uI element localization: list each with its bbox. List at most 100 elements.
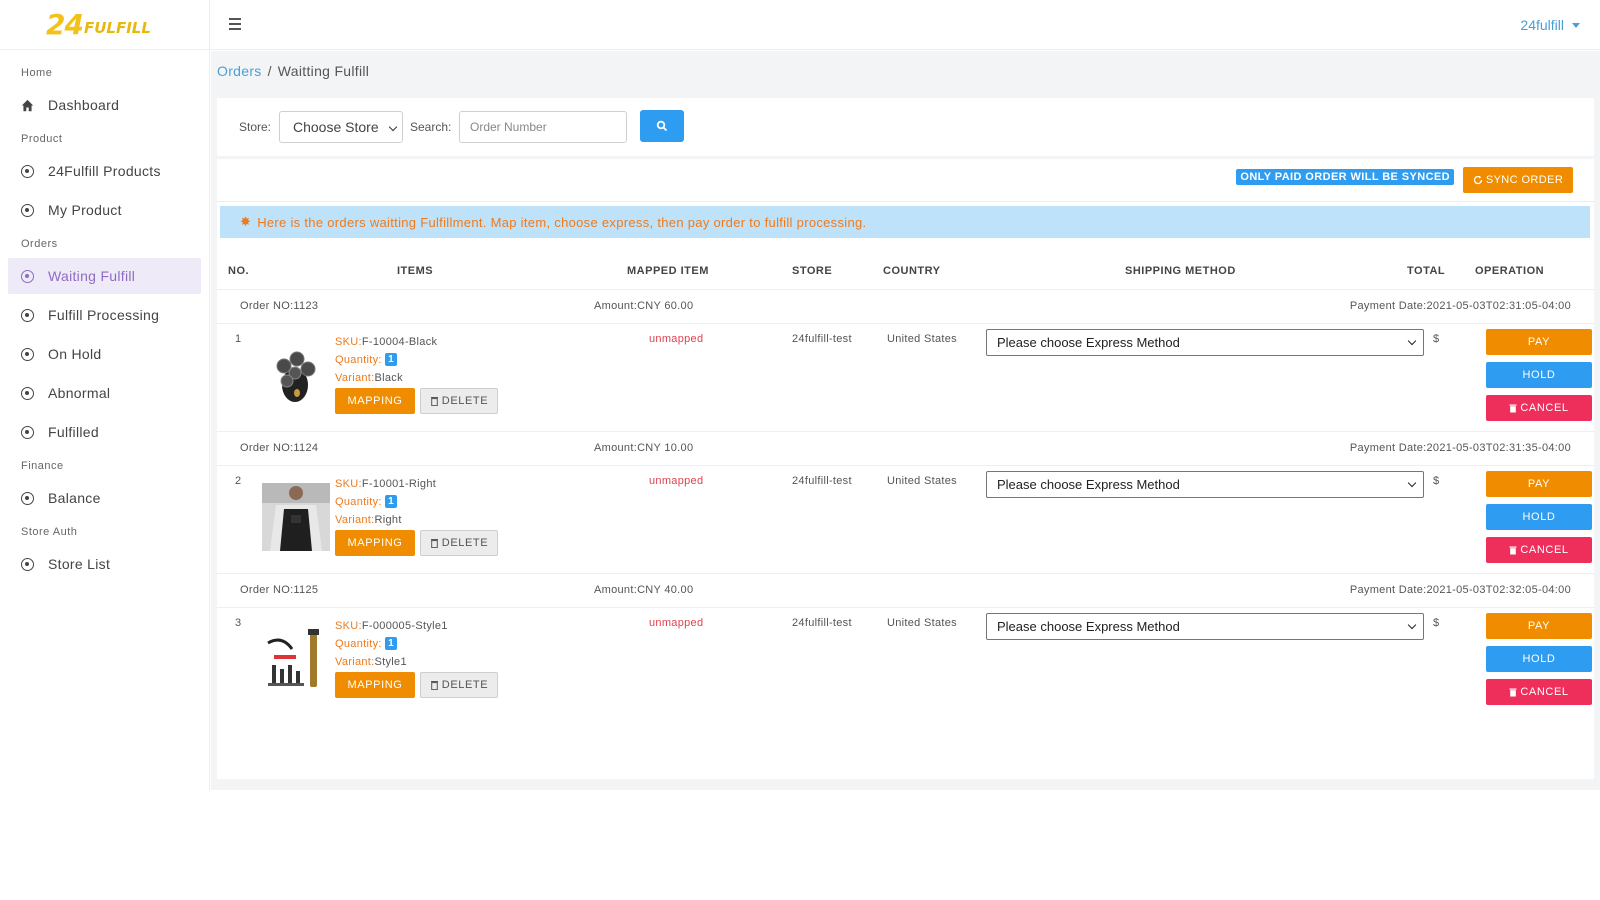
logo[interactable]: 24 FULFILL <box>0 0 209 50</box>
nav-section-store-auth: Store Auth <box>21 526 78 538</box>
sidebar-item-label: Balance <box>48 490 101 506</box>
circle-dot-icon <box>21 269 34 283</box>
sidebar-item-on-hold[interactable]: On Hold <box>8 336 201 372</box>
hold-button[interactable]: HOLD <box>1486 362 1592 388</box>
main-content: Orders / Waitting Fulfill Store: Choose St… <box>211 51 1600 790</box>
store-label: Store: <box>239 120 272 134</box>
delete-button[interactable]: DELETE <box>420 388 498 414</box>
col-operation: OPERATION <box>1475 265 1545 277</box>
circle-dot-icon <box>21 425 34 439</box>
circle-dot-icon <box>21 203 34 217</box>
delete-label: DELETE <box>441 395 489 407</box>
nav-section-product: Product <box>21 133 63 145</box>
sync-order-button[interactable]: SYNC ORDER <box>1463 167 1573 193</box>
filter-bar: Store: Choose Store Search: <box>217 98 1594 156</box>
table-row: 1 SKU:F-10004-Black Quantity: 1 Variant:… <box>217 323 1594 431</box>
quantity-label: Quantity: <box>335 354 382 366</box>
delete-button[interactable]: DELETE <box>420 530 498 556</box>
sidebar-item-label: Fulfill Processing <box>48 307 160 323</box>
sidebar-item-dashboard[interactable]: Dashboard <box>8 87 201 123</box>
hold-button[interactable]: HOLD <box>1486 646 1592 672</box>
order-amount: Amount:CNY 60.00 <box>594 300 694 312</box>
asterisk-icon: ✸ <box>240 214 252 229</box>
cancel-button[interactable]: CANCEL <box>1486 537 1592 563</box>
nav-section-home: Home <box>21 67 53 79</box>
trash-icon <box>430 681 438 690</box>
total-cell: $ <box>1433 475 1440 487</box>
breadcrumb-orders[interactable]: Orders <box>217 63 262 79</box>
variant-value: Right <box>374 514 402 526</box>
trash-icon <box>1509 404 1517 412</box>
cancel-label: CANCEL <box>1520 544 1569 556</box>
user-name: 24fulfill <box>1520 17 1564 33</box>
store-select[interactable]: Choose Store <box>279 111 403 143</box>
shipping-method-select[interactable]: Please choose Express Method <box>986 613 1424 640</box>
item-details: SKU:F-10001-Right Quantity: 1 Variant:Ri… <box>335 475 436 529</box>
mapping-button[interactable]: MAPPING <box>335 388 415 414</box>
shipping-method-select[interactable]: Please choose Express Method <box>986 329 1424 356</box>
sidebar-item-24fulfill-products[interactable]: 24Fulfill Products <box>8 153 201 189</box>
mapped-status: unmapped <box>649 475 704 487</box>
sidebar-item-fulfilled[interactable]: Fulfilled <box>8 414 201 450</box>
sidebar-item-waiting-fulfill[interactable]: Waiting Fulfill <box>8 258 201 294</box>
info-alert: ✸ Here is the orders waitting Fulfillmen… <box>220 206 1590 238</box>
shipping-method-value: Please choose Express Method <box>997 477 1180 492</box>
logo-number: 24 <box>46 8 84 41</box>
user-menu[interactable]: 24fulfill <box>1520 17 1580 33</box>
product-thumbnail-trimmer <box>267 629 319 687</box>
cancel-button[interactable]: CANCEL <box>1486 679 1592 705</box>
country-cell: United States <box>887 617 957 629</box>
sidebar-item-balance[interactable]: Balance <box>8 480 201 516</box>
hamburger-icon[interactable] <box>229 18 241 30</box>
divider <box>217 201 1594 202</box>
trash-icon <box>1509 546 1517 554</box>
variant-label: Variant: <box>335 372 375 384</box>
circle-dot-icon <box>21 557 34 571</box>
pay-button[interactable]: PAY <box>1486 329 1592 355</box>
sidebar-item-label: On Hold <box>48 346 102 362</box>
delete-label: DELETE <box>441 537 489 549</box>
sidebar-item-label: Dashboard <box>48 97 120 113</box>
sku-value: F-10001-Right <box>361 478 437 490</box>
info-alert-text: Here is the orders waitting Fulfillment.… <box>257 214 867 230</box>
col-items: ITEMS <box>397 265 434 277</box>
chevron-down-icon <box>1407 478 1417 488</box>
sidebar-item-store-list[interactable]: Store List <box>8 546 201 582</box>
pay-button[interactable]: PAY <box>1486 471 1592 497</box>
hold-button[interactable]: HOLD <box>1486 504 1592 530</box>
store-select-value: Choose Store <box>293 119 379 135</box>
quantity-label: Quantity: <box>335 638 382 650</box>
table-row: 2 SKU:F-10001-Right Quantity: 1 Variant:… <box>217 465 1594 573</box>
delete-button[interactable]: DELETE <box>420 672 498 698</box>
sidebar-item-label: Fulfilled <box>48 424 99 440</box>
store-cell: 24fulfill-test <box>792 617 852 629</box>
table-row: 3 SKU:F-000005-Style1 Quantity: 1 Varian… <box>217 607 1594 715</box>
circle-dot-icon <box>21 308 34 322</box>
shipping-method-select[interactable]: Please choose Express Method <box>986 471 1424 498</box>
sku-value: F-000005-Style1 <box>361 620 448 632</box>
store-cell: 24fulfill-test <box>792 333 852 345</box>
country-cell: United States <box>887 475 957 487</box>
search-button[interactable] <box>640 110 684 142</box>
trash-icon <box>1509 688 1517 696</box>
mapping-button[interactable]: MAPPING <box>335 672 415 698</box>
nav-section-orders: Orders <box>21 238 58 250</box>
mapping-button[interactable]: MAPPING <box>335 530 415 556</box>
sidebar: 24 FULFILL Home Dashboard Product 24Fulf… <box>0 0 210 790</box>
order-header: Order NO:1125 Amount:CNY 40.00 Payment D… <box>217 573 1594 607</box>
sync-note-badge: ONLY PAID ORDER WILL BE SYNCED <box>1236 169 1454 185</box>
total-cell: $ <box>1433 617 1440 629</box>
trash-icon <box>430 397 438 406</box>
product-thumbnail-shaver <box>276 351 316 402</box>
sku-label: SKU: <box>335 336 362 348</box>
cancel-button[interactable]: CANCEL <box>1486 395 1592 421</box>
pay-button[interactable]: PAY <box>1486 613 1592 639</box>
chevron-down-icon <box>1407 336 1417 346</box>
mapped-status: unmapped <box>649 333 704 345</box>
sidebar-item-abnormal[interactable]: Abnormal <box>8 375 201 411</box>
sidebar-item-my-product[interactable]: My Product <box>8 192 201 228</box>
sku-label: SKU: <box>335 478 362 490</box>
search-input[interactable] <box>459 111 627 143</box>
col-store: STORE <box>792 265 833 277</box>
sidebar-item-fulfill-processing[interactable]: Fulfill Processing <box>8 297 201 333</box>
